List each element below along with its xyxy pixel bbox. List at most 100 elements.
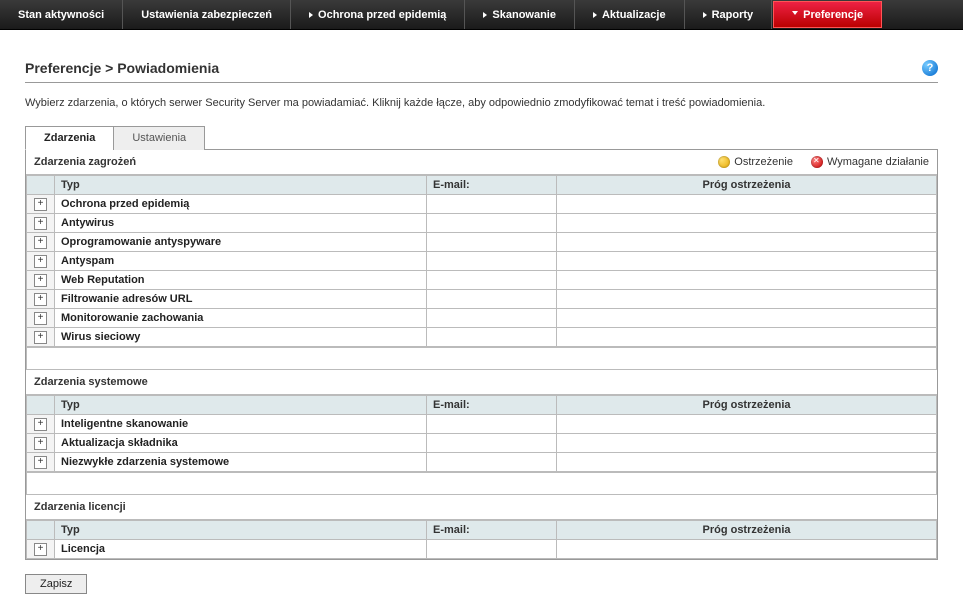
type-cell[interactable]: Web Reputation	[55, 271, 427, 290]
legend-warning-label: Ostrzeżenie	[734, 156, 793, 168]
table-row: + Licencja	[27, 540, 937, 559]
table-row: + Aktualizacja składnika	[27, 434, 937, 453]
tab-settings[interactable]: Ustawienia	[113, 126, 205, 150]
legend-action-label: Wymagane działanie	[827, 156, 929, 168]
section-header: Zdarzenia systemowe	[26, 370, 937, 395]
expand-cell: +	[27, 415, 55, 434]
chevron-icon	[792, 11, 798, 18]
nav-item-label: Ochrona przed epidemią	[318, 9, 446, 21]
expand-icon[interactable]: +	[34, 543, 47, 556]
type-cell[interactable]: Wirus sieciowy	[55, 328, 427, 347]
chevron-icon	[483, 12, 487, 18]
type-cell[interactable]: Antywirus	[55, 214, 427, 233]
expand-icon[interactable]: +	[34, 236, 47, 249]
expand-icon[interactable]: +	[34, 312, 47, 325]
email-cell	[427, 453, 557, 472]
col-threshold: Próg ostrzeżenia	[557, 176, 937, 195]
section-header: Zdarzenia zagrożeń Ostrzeżenie Wymagane dz…	[26, 150, 937, 175]
email-cell	[427, 540, 557, 559]
section-title: Zdarzenia licencji	[34, 501, 126, 513]
nav-item-aktualizacje[interactable]: Aktualizacje	[575, 0, 685, 29]
save-row: Zapisz	[25, 560, 938, 594]
nav-item-label: Ustawienia zabezpieczeń	[141, 9, 272, 21]
type-cell[interactable]: Antyspam	[55, 252, 427, 271]
email-cell	[427, 415, 557, 434]
chevron-icon	[309, 12, 313, 18]
threshold-cell	[557, 453, 937, 472]
action-required-icon	[811, 156, 823, 168]
email-cell	[427, 328, 557, 347]
threshold-cell	[557, 252, 937, 271]
tab-events[interactable]: Zdarzenia	[25, 126, 114, 150]
expand-icon[interactable]: +	[34, 418, 47, 431]
expand-icon[interactable]: +	[34, 331, 47, 344]
expand-icon[interactable]: +	[34, 456, 47, 469]
type-cell[interactable]: Ochrona przed epidemią	[55, 195, 427, 214]
threshold-cell	[557, 309, 937, 328]
section-gap	[26, 347, 937, 370]
email-cell	[427, 233, 557, 252]
nav-item-ochrona-przed-epidemi-[interactable]: Ochrona przed epidemią	[291, 0, 465, 29]
save-button[interactable]: Zapisz	[25, 574, 87, 594]
type-cell[interactable]: Inteligentne skanowanie	[55, 415, 427, 434]
col-type: Typ	[55, 176, 427, 195]
email-cell	[427, 252, 557, 271]
table-row: + Wirus sieciowy	[27, 328, 937, 347]
events-table: TypE-mail:Próg ostrzeżenia+Inteligentne …	[26, 395, 937, 472]
section-title: Zdarzenia zagrożeń	[34, 156, 136, 168]
threshold-cell	[557, 540, 937, 559]
expand-cell: +	[27, 328, 55, 347]
expand-cell: +	[27, 195, 55, 214]
table-row: + Ochrona przed epidemią	[27, 195, 937, 214]
nav-item-preferencje[interactable]: Preferencje	[773, 1, 882, 28]
expand-icon[interactable]: +	[34, 217, 47, 230]
threshold-cell	[557, 415, 937, 434]
email-cell	[427, 290, 557, 309]
type-cell[interactable]: Filtrowanie adresów URL	[55, 290, 427, 309]
threshold-cell	[557, 271, 937, 290]
expand-cell: +	[27, 214, 55, 233]
nav-item-ustawienia-zabezpiecze-[interactable]: Ustawienia zabezpieczeń	[123, 0, 291, 29]
table-row: + Monitorowanie zachowania	[27, 309, 937, 328]
expand-icon[interactable]: +	[34, 198, 47, 211]
expand-icon[interactable]: +	[34, 437, 47, 450]
expand-cell: +	[27, 233, 55, 252]
events-table: TypE-mail:Próg ostrzeżenia+Licencja	[26, 520, 937, 559]
warning-icon	[718, 156, 730, 168]
col-expand	[27, 521, 55, 540]
expand-icon[interactable]: +	[34, 274, 47, 287]
nav-item-label: Stan aktywności	[18, 9, 104, 21]
chevron-icon	[593, 12, 597, 18]
col-expand	[27, 176, 55, 195]
type-cell[interactable]: Niezwykłe zdarzenia systemowe	[55, 453, 427, 472]
top-nav: Stan aktywności Ustawienia zabezpieczeń Oc…	[0, 0, 963, 30]
table-row: + Antywirus	[27, 214, 937, 233]
col-expand	[27, 396, 55, 415]
nav-item-raporty[interactable]: Raporty	[685, 0, 773, 29]
instructions-text: Wybierz zdarzenia, o których serwer Secu…	[25, 97, 938, 109]
events-table: TypE-mail:Próg ostrzeżenia + Ochrona przed…	[26, 175, 937, 347]
expand-cell: +	[27, 290, 55, 309]
email-cell	[427, 434, 557, 453]
email-cell	[427, 271, 557, 290]
nav-item-skanowanie[interactable]: Skanowanie	[465, 0, 575, 29]
email-cell	[427, 214, 557, 233]
type-cell[interactable]: Monitorowanie zachowania	[55, 309, 427, 328]
email-cell	[427, 195, 557, 214]
legend-action: Wymagane działanie	[811, 156, 929, 168]
breadcrumb: Preferencje > Powiadomienia	[25, 60, 219, 76]
col-email: E-mail:	[427, 396, 557, 415]
chevron-icon	[703, 12, 707, 18]
expand-icon[interactable]: +	[34, 293, 47, 306]
type-cell[interactable]: Oprogramowanie antyspyware	[55, 233, 427, 252]
col-email: E-mail:	[427, 176, 557, 195]
nav-item-stan-aktywno-ci[interactable]: Stan aktywności	[0, 0, 123, 29]
col-threshold: Próg ostrzeżenia	[557, 521, 937, 540]
table-row: + Inteligentne skanowanie	[27, 415, 937, 434]
expand-cell: +	[27, 309, 55, 328]
type-cell[interactable]: Aktualizacja składnika	[55, 434, 427, 453]
expand-icon[interactable]: +	[34, 255, 47, 268]
type-cell[interactable]: Licencja	[55, 540, 427, 559]
expand-cell: +	[27, 434, 55, 453]
help-icon[interactable]: ?	[922, 60, 938, 76]
